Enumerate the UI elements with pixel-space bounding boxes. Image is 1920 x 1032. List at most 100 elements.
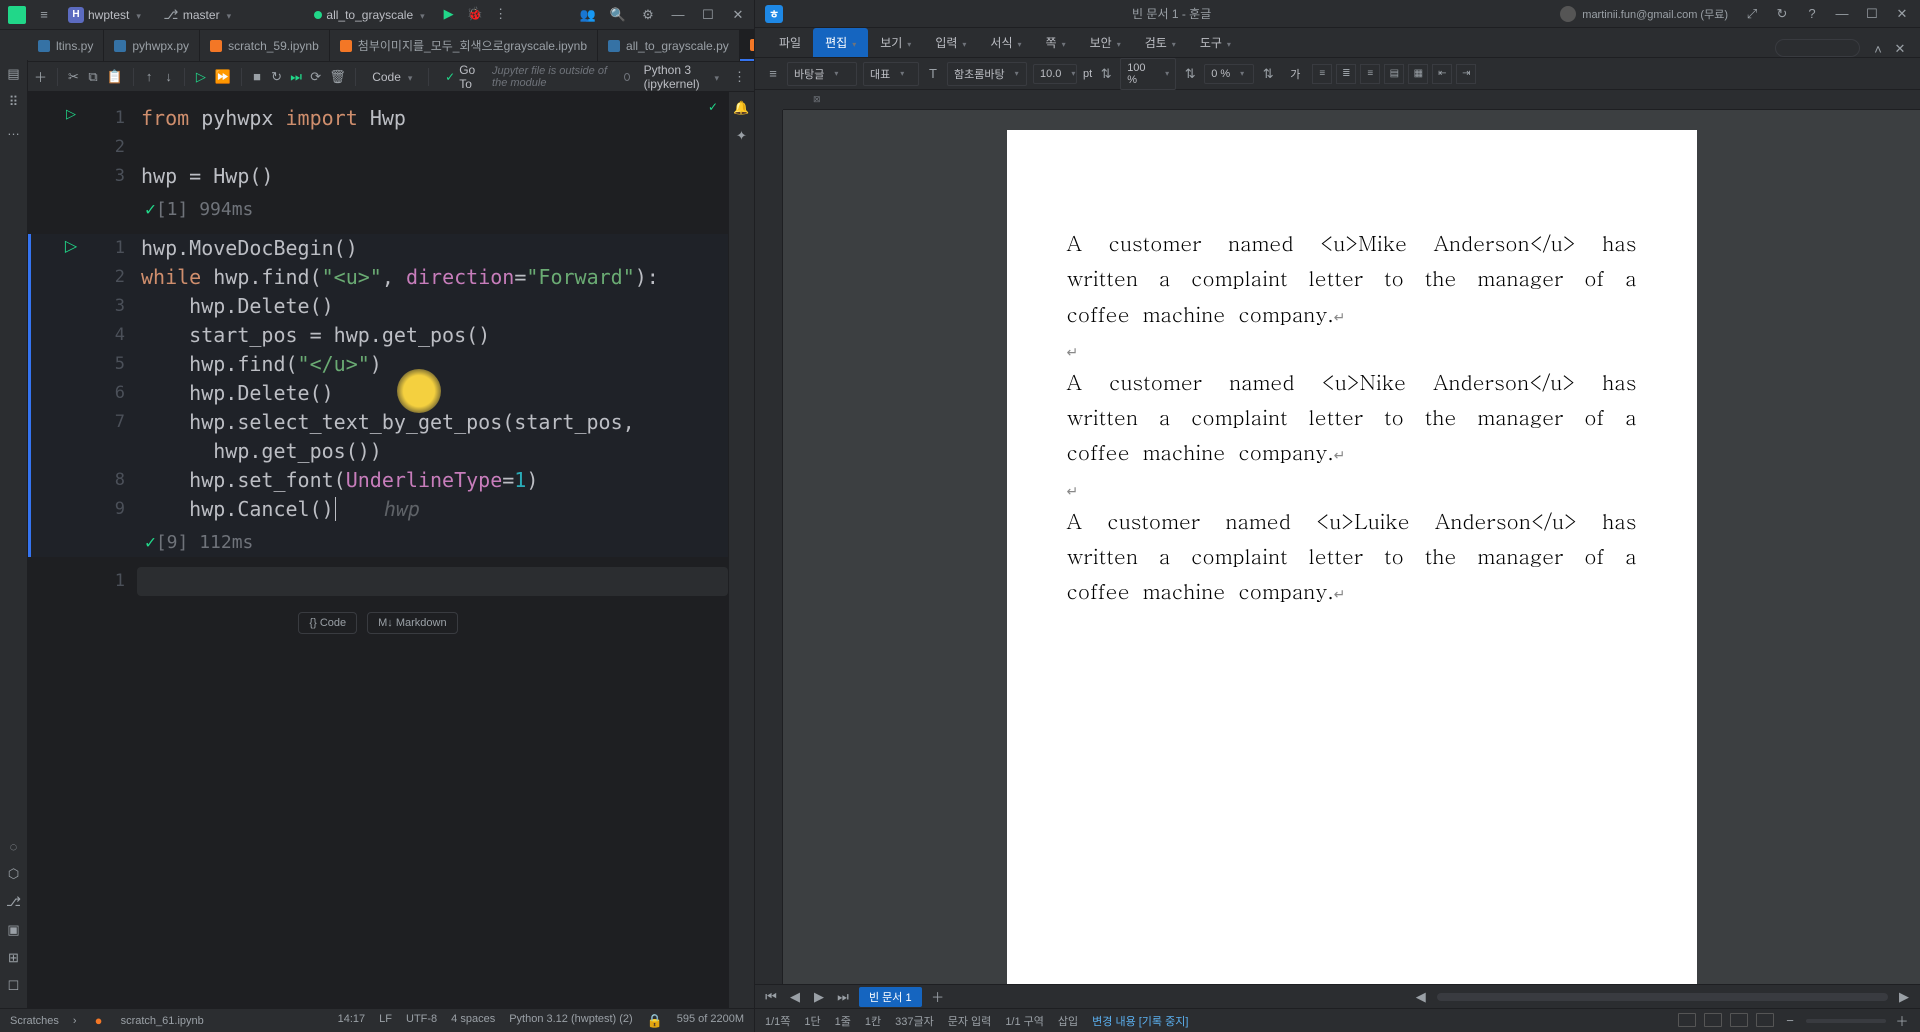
add-cell-icon[interactable]: ＋: [34, 69, 47, 85]
zoom-slider[interactable]: [1806, 1019, 1886, 1023]
run-config[interactable]: all_to_grayscale: [308, 6, 430, 24]
code-cell-2[interactable]: ▷ 1 2 3 4 5 6 7 8 9 hwp.MoveDocBegin() w…: [28, 234, 728, 557]
paste-icon[interactable]: 📋: [107, 69, 123, 85]
zoom-out-icon[interactable]: −: [1782, 1013, 1798, 1029]
font-selector[interactable]: 함초롬바탕: [947, 62, 1027, 86]
structure-icon[interactable]: ⠿: [6, 94, 22, 110]
document-page[interactable]: A customer named <u>Mike Anderson</u> ha…: [1007, 130, 1697, 984]
help-icon[interactable]: ?: [1804, 6, 1820, 22]
view-mode-1-icon[interactable]: [1678, 1013, 1696, 1027]
maximize-icon[interactable]: ☐: [1864, 6, 1880, 22]
code-cell-1[interactable]: ▷ 1 2 3 from pyhwpx import Hwp hwp = Hwp…: [28, 104, 728, 224]
cut-icon[interactable]: ✂: [68, 69, 79, 85]
menu-page[interactable]: 쪽: [1034, 28, 1078, 57]
tab-first-icon[interactable]: ⏮: [763, 989, 779, 1005]
ring-icon[interactable]: ◌: [6, 838, 22, 854]
search-icon[interactable]: 🔍: [610, 7, 626, 23]
tab-scratch61[interactable]: scratch_61.ipynb×: [740, 30, 754, 61]
menu-file[interactable]: 파일: [767, 28, 813, 57]
memory[interactable]: 595 of 2200M: [677, 1013, 744, 1029]
zoom-stepper-icon[interactable]: ⇅: [1182, 66, 1198, 82]
maximize-icon[interactable]: ☐: [700, 7, 716, 23]
align-left-icon[interactable]: ≡: [1312, 64, 1332, 84]
status-insert[interactable]: 삽입: [1058, 1013, 1078, 1029]
indent[interactable]: 4 spaces: [451, 1013, 495, 1029]
horizontal-ruler[interactable]: ⊠: [783, 90, 1920, 110]
collapse-icon[interactable]: ˄: [1870, 41, 1886, 57]
menu-security[interactable]: 보안: [1078, 28, 1133, 57]
cell-run-icon[interactable]: ▷: [66, 106, 76, 122]
more-run-icon[interactable]: ⋮: [493, 6, 509, 22]
menu-tools[interactable]: 도구: [1188, 28, 1243, 57]
menu-input[interactable]: 입력: [923, 28, 978, 57]
zoom-2[interactable]: 0 %: [1204, 64, 1254, 84]
tab-pyhwpx[interactable]: pyhwpx.py: [104, 30, 200, 61]
tab-prev-icon[interactable]: ◀: [787, 989, 803, 1005]
status-dan[interactable]: 1단: [804, 1013, 820, 1029]
services-icon[interactable]: ⊞: [6, 950, 22, 966]
tab-next-icon[interactable]: ▶: [811, 989, 827, 1005]
interrupt-icon[interactable]: ⟳: [310, 69, 321, 85]
align-justify-icon[interactable]: ▤: [1384, 64, 1404, 84]
menu-icon[interactable]: ≡: [36, 7, 52, 23]
toolbar-more-icon[interactable]: ⋮: [733, 69, 746, 85]
add-doc-icon[interactable]: ＋: [930, 989, 946, 1005]
cell-run-icon[interactable]: ▷: [65, 236, 77, 256]
goto-button[interactable]: ✓Go To: [439, 61, 484, 93]
paragraph-2[interactable]: A customer named <u>Nike Anderson</u> ha…: [1067, 364, 1637, 470]
tab-scratch59[interactable]: scratch_59.ipynb: [200, 30, 330, 61]
style-icon[interactable]: ≡: [765, 66, 781, 82]
align-center-icon[interactable]: ≣: [1336, 64, 1356, 84]
zoom2-stepper-icon[interactable]: ⇅: [1260, 66, 1276, 82]
status-line[interactable]: 1줄: [835, 1013, 851, 1029]
zoom-in-icon[interactable]: ＋: [1894, 1013, 1910, 1029]
kernel-selector[interactable]: Python 3 (ipykernel): [638, 61, 725, 93]
db-icon[interactable]: ☐: [6, 978, 22, 994]
status-change[interactable]: 변경 내용 [기록 중지]: [1092, 1013, 1188, 1029]
zoom-1[interactable]: 100 %: [1120, 58, 1176, 90]
line-sep[interactable]: LF: [379, 1013, 392, 1029]
menu-view[interactable]: 보기: [868, 28, 923, 57]
font-size[interactable]: 10.0: [1033, 64, 1077, 84]
refresh-icon[interactable]: ↻: [1774, 6, 1790, 22]
hscrollbar[interactable]: [1437, 993, 1888, 1001]
doc-tab[interactable]: 빈 문서 1: [859, 987, 922, 1007]
hwp-user[interactable]: martinii.fun@gmail.com (무료): [1560, 6, 1728, 22]
git-icon[interactable]: ⎇: [6, 894, 22, 910]
vertical-ruler[interactable]: [755, 110, 783, 984]
notebook-editor[interactable]: ✓ ▷ 1 2 3 from pyhwpx import Hwp hwp = H…: [28, 92, 728, 1008]
settings-icon[interactable]: ⚙: [640, 7, 656, 23]
folder-icon[interactable]: ▤: [6, 66, 22, 82]
debug-icon[interactable]: 🐞: [467, 6, 483, 22]
cursor-pos[interactable]: 14:17: [338, 1013, 366, 1029]
paragraph-3[interactable]: A customer named <u>Luike Anderson</u> h…: [1067, 503, 1637, 609]
hwp-search-pill[interactable]: [1775, 39, 1860, 57]
ai-icon[interactable]: ✦: [734, 128, 750, 144]
status-section[interactable]: 1/1 구역: [1005, 1013, 1044, 1029]
close-icon[interactable]: ✕: [1894, 6, 1910, 22]
style-selector[interactable]: 바탕글: [787, 62, 857, 86]
move-up-icon[interactable]: ↑: [143, 69, 154, 85]
paragraph-1[interactable]: A customer named <u>Mike Anderson</u> ha…: [1067, 225, 1637, 331]
stop-icon[interactable]: ■: [251, 69, 262, 85]
python-icon[interactable]: ⬡: [6, 866, 22, 882]
rep-selector[interactable]: 대표: [863, 62, 919, 86]
size-stepper-icon[interactable]: ⇅: [1098, 66, 1114, 82]
status-page[interactable]: 1/1쪽: [765, 1013, 790, 1029]
status-chars[interactable]: 337글자: [895, 1013, 934, 1029]
run-all-icon[interactable]: ⏩: [215, 69, 231, 85]
view-mode-4-icon[interactable]: [1756, 1013, 1774, 1027]
lock-icon[interactable]: 🔒: [647, 1013, 663, 1029]
restart-icon[interactable]: ↻: [271, 69, 282, 85]
run-icon[interactable]: ▶: [441, 6, 457, 22]
view-mode-3-icon[interactable]: [1730, 1013, 1748, 1027]
path-file[interactable]: scratch_61.ipynb: [121, 1015, 204, 1027]
project-selector[interactable]: H hwptest: [62, 5, 147, 25]
git-branch[interactable]: ⎇ master: [157, 5, 237, 25]
path-scratches[interactable]: Scratches: [10, 1015, 59, 1027]
close-icon[interactable]: ✕: [730, 7, 746, 23]
tab-last-icon[interactable]: ⏭: [835, 989, 851, 1005]
menu-format[interactable]: 서식: [978, 28, 1033, 57]
notifications-icon[interactable]: 🔔: [734, 100, 750, 116]
more-icon[interactable]: …: [6, 122, 22, 138]
